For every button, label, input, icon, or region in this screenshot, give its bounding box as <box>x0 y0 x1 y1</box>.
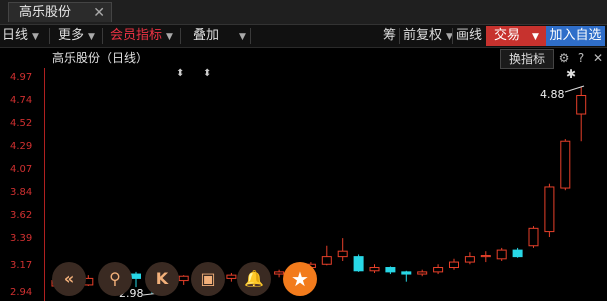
rewind-button[interactable]: « <box>52 262 86 296</box>
candle-body <box>401 271 412 275</box>
candle <box>417 269 428 277</box>
candle <box>480 251 491 263</box>
candle-body <box>449 261 459 269</box>
candle-body <box>417 271 428 275</box>
candle-body <box>480 255 491 258</box>
candle-body <box>385 267 396 273</box>
candle <box>512 247 523 258</box>
candle-body <box>576 95 587 115</box>
candle-body <box>464 256 475 263</box>
candle <box>433 264 444 275</box>
candle <box>369 264 380 273</box>
candle <box>496 247 507 261</box>
candle-body <box>528 227 539 247</box>
floating-toolbar: « ⚲ K ▣ 🔔 ★ <box>52 262 322 298</box>
candle <box>337 238 348 261</box>
candle-body <box>353 256 364 272</box>
bell-button[interactable]: 🔔 <box>237 262 271 296</box>
candle-body <box>496 249 507 260</box>
candle <box>321 245 332 266</box>
candle <box>353 254 364 272</box>
candle <box>560 139 571 191</box>
candle <box>449 258 459 270</box>
magnet-button[interactable]: ⚲ <box>98 262 132 296</box>
favorite-button[interactable]: ★ <box>283 262 317 296</box>
candle-body <box>512 249 523 258</box>
candle <box>385 266 396 275</box>
candle <box>464 252 475 265</box>
candle-body <box>544 186 555 233</box>
candle-body <box>337 250 348 258</box>
candle <box>401 270 412 282</box>
candle-body <box>433 267 444 273</box>
candle <box>544 183 555 238</box>
high-price-label: 4.88 <box>540 88 565 101</box>
coupon-button[interactable]: ▣ <box>191 262 225 296</box>
candle-body <box>369 267 380 272</box>
candle-body <box>321 256 332 265</box>
candle-body <box>560 140 571 189</box>
k-line-button[interactable]: K <box>145 262 179 296</box>
candle <box>528 226 539 248</box>
candle <box>576 86 587 142</box>
asterisk-marker-icon: ✱ <box>566 67 577 81</box>
candlestick-chart[interactable] <box>0 0 607 301</box>
